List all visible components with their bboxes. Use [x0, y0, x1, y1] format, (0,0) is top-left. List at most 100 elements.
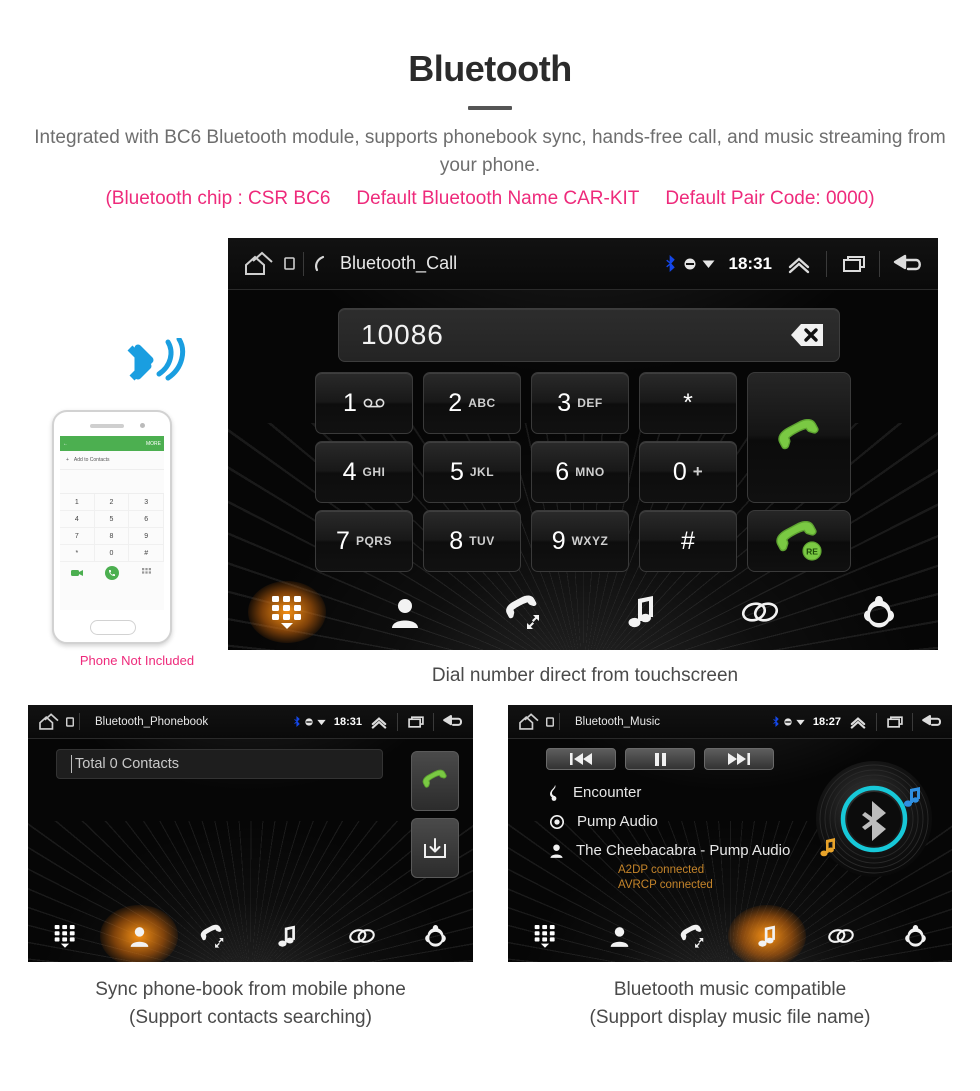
phone-not-included-caption: Phone Not Included — [79, 653, 195, 668]
toolbar-call-history[interactable] — [656, 910, 730, 962]
home-icon[interactable] — [517, 712, 541, 731]
recents-icon[interactable] — [407, 715, 425, 729]
key-letters: ABC — [468, 396, 496, 410]
page-subtitle: Integrated with BC6 Bluetooth module, su… — [34, 127, 946, 176]
note-icon — [550, 784, 560, 801]
key-number: 3 — [557, 388, 572, 417]
call-history-icon — [200, 924, 226, 948]
phone-number-area — [60, 470, 164, 494]
key-9[interactable]: 9 WXYZ — [531, 510, 629, 572]
dialpad-icon — [271, 595, 303, 629]
toolbar-music[interactable] — [583, 574, 701, 650]
toolbar-settings[interactable] — [399, 910, 473, 962]
toolbar-link[interactable] — [701, 574, 819, 650]
phone-key: 3 — [129, 494, 164, 511]
key-2[interactable]: 2 ABC — [423, 372, 521, 434]
backspace-icon[interactable] — [777, 321, 825, 349]
download-contacts-icon — [423, 836, 447, 860]
previous-button[interactable] — [546, 748, 616, 770]
settings-gear-icon — [425, 925, 447, 947]
bluetooth-phonebook-screen: Bluetooth_Phonebook 18:31 Total 0 Contac… — [28, 705, 473, 962]
wifi-icon — [796, 718, 805, 726]
toolbar-music[interactable] — [251, 910, 325, 962]
pause-button[interactable] — [625, 748, 695, 770]
key-7[interactable]: 7 PQRS — [315, 510, 413, 572]
link-icon — [348, 926, 376, 946]
toolbar-settings[interactable] — [878, 910, 952, 962]
track-title: Encounter — [573, 784, 642, 801]
key-8[interactable]: 8 TUV — [423, 510, 521, 572]
toolbar-contacts[interactable] — [582, 910, 656, 962]
voicemail-icon — [363, 398, 385, 408]
link-icon — [740, 598, 780, 626]
settings-gear-icon — [904, 925, 926, 947]
wifi-icon — [317, 718, 326, 726]
toolbar-link[interactable] — [804, 910, 878, 962]
key-hash[interactable]: # — [639, 510, 737, 572]
call-icon — [772, 418, 826, 457]
music-toolbar — [508, 910, 952, 962]
sdcard-icon — [66, 716, 74, 727]
bluetooth-vinyl-icon — [810, 757, 938, 884]
toolbar-call-history[interactable] — [465, 574, 583, 650]
key-star[interactable]: * — [639, 372, 737, 434]
key-number: 4 — [342, 457, 357, 486]
toolbar-dialpad[interactable] — [228, 574, 346, 650]
key-number: 1 — [343, 388, 357, 417]
toolbar-dialpad[interactable] — [508, 910, 582, 962]
key-5[interactable]: 5 JKL — [423, 441, 521, 503]
phonebook-call-button[interactable] — [411, 751, 459, 811]
key-3[interactable]: 3 DEF — [531, 372, 629, 434]
toolbar-link[interactable] — [325, 910, 399, 962]
toolbar-settings[interactable] — [820, 574, 938, 650]
key-0[interactable]: 0 + — [639, 441, 737, 503]
dialpad-icon — [534, 924, 556, 948]
collapse-up-icon[interactable] — [370, 715, 388, 729]
toolbar-contacts[interactable] — [346, 574, 464, 650]
back-icon[interactable] — [892, 253, 924, 275]
toolbar-music[interactable] — [730, 910, 804, 962]
contacts-icon — [130, 925, 149, 947]
contacts-icon — [391, 596, 419, 628]
home-icon[interactable] — [242, 251, 276, 277]
phone-keypad: 1 2 3 4 5 6 7 8 9 * 0 # — [60, 494, 164, 562]
toolbar-dialpad[interactable] — [28, 910, 102, 962]
phonebook-download-button[interactable] — [411, 818, 459, 878]
dial-area: 10086 1 2 ABC 3 DEF * 4 GHI 5 JKL 6 MNO … — [228, 290, 938, 572]
dialed-number-field[interactable]: 10086 — [338, 308, 840, 362]
collapse-up-icon[interactable] — [786, 254, 812, 274]
toolbar-call-history[interactable] — [176, 910, 250, 962]
plus-icon: + — [66, 457, 69, 463]
bluetooth-signal-icon — [118, 336, 190, 405]
call-caption: Dial number direct from touchscreen — [431, 665, 739, 686]
music-screen-title: Bluetooth_Music — [575, 715, 661, 728]
key-number: # — [681, 526, 695, 555]
key-number: 9 — [551, 526, 566, 555]
next-button[interactable] — [704, 748, 774, 770]
phonebook-side-buttons — [411, 751, 459, 878]
recents-icon[interactable] — [841, 254, 867, 274]
call-button[interactable] — [747, 372, 851, 503]
key-1[interactable]: 1 — [315, 372, 413, 434]
page-title: Bluetooth — [408, 48, 572, 89]
phone-key: 6 — [129, 511, 164, 528]
phonebook-contacts-count: Total 0 Contacts — [75, 756, 179, 772]
back-icon[interactable] — [442, 714, 464, 729]
toolbar-contacts[interactable] — [102, 910, 176, 962]
key-number: 7 — [336, 526, 350, 555]
key-6[interactable]: 6 MNO — [531, 441, 629, 503]
collapse-up-icon[interactable] — [849, 715, 867, 729]
settings-gear-icon — [863, 596, 894, 628]
phone-key: 4 — [60, 511, 95, 528]
phonebook-search-input[interactable]: Total 0 Contacts — [56, 749, 383, 779]
home-icon[interactable] — [37, 712, 61, 731]
phone-back-icon: ← — [63, 440, 68, 447]
phone-more-label: MORE — [146, 440, 161, 447]
bluetooth-icon — [772, 716, 780, 727]
redial-button[interactable]: RE — [747, 510, 851, 572]
text-caret — [71, 755, 72, 773]
key-4[interactable]: 4 GHI — [315, 441, 413, 503]
recents-icon[interactable] — [886, 715, 904, 729]
phone-appbar: ← MORE — [60, 436, 164, 451]
back-icon[interactable] — [921, 714, 943, 729]
